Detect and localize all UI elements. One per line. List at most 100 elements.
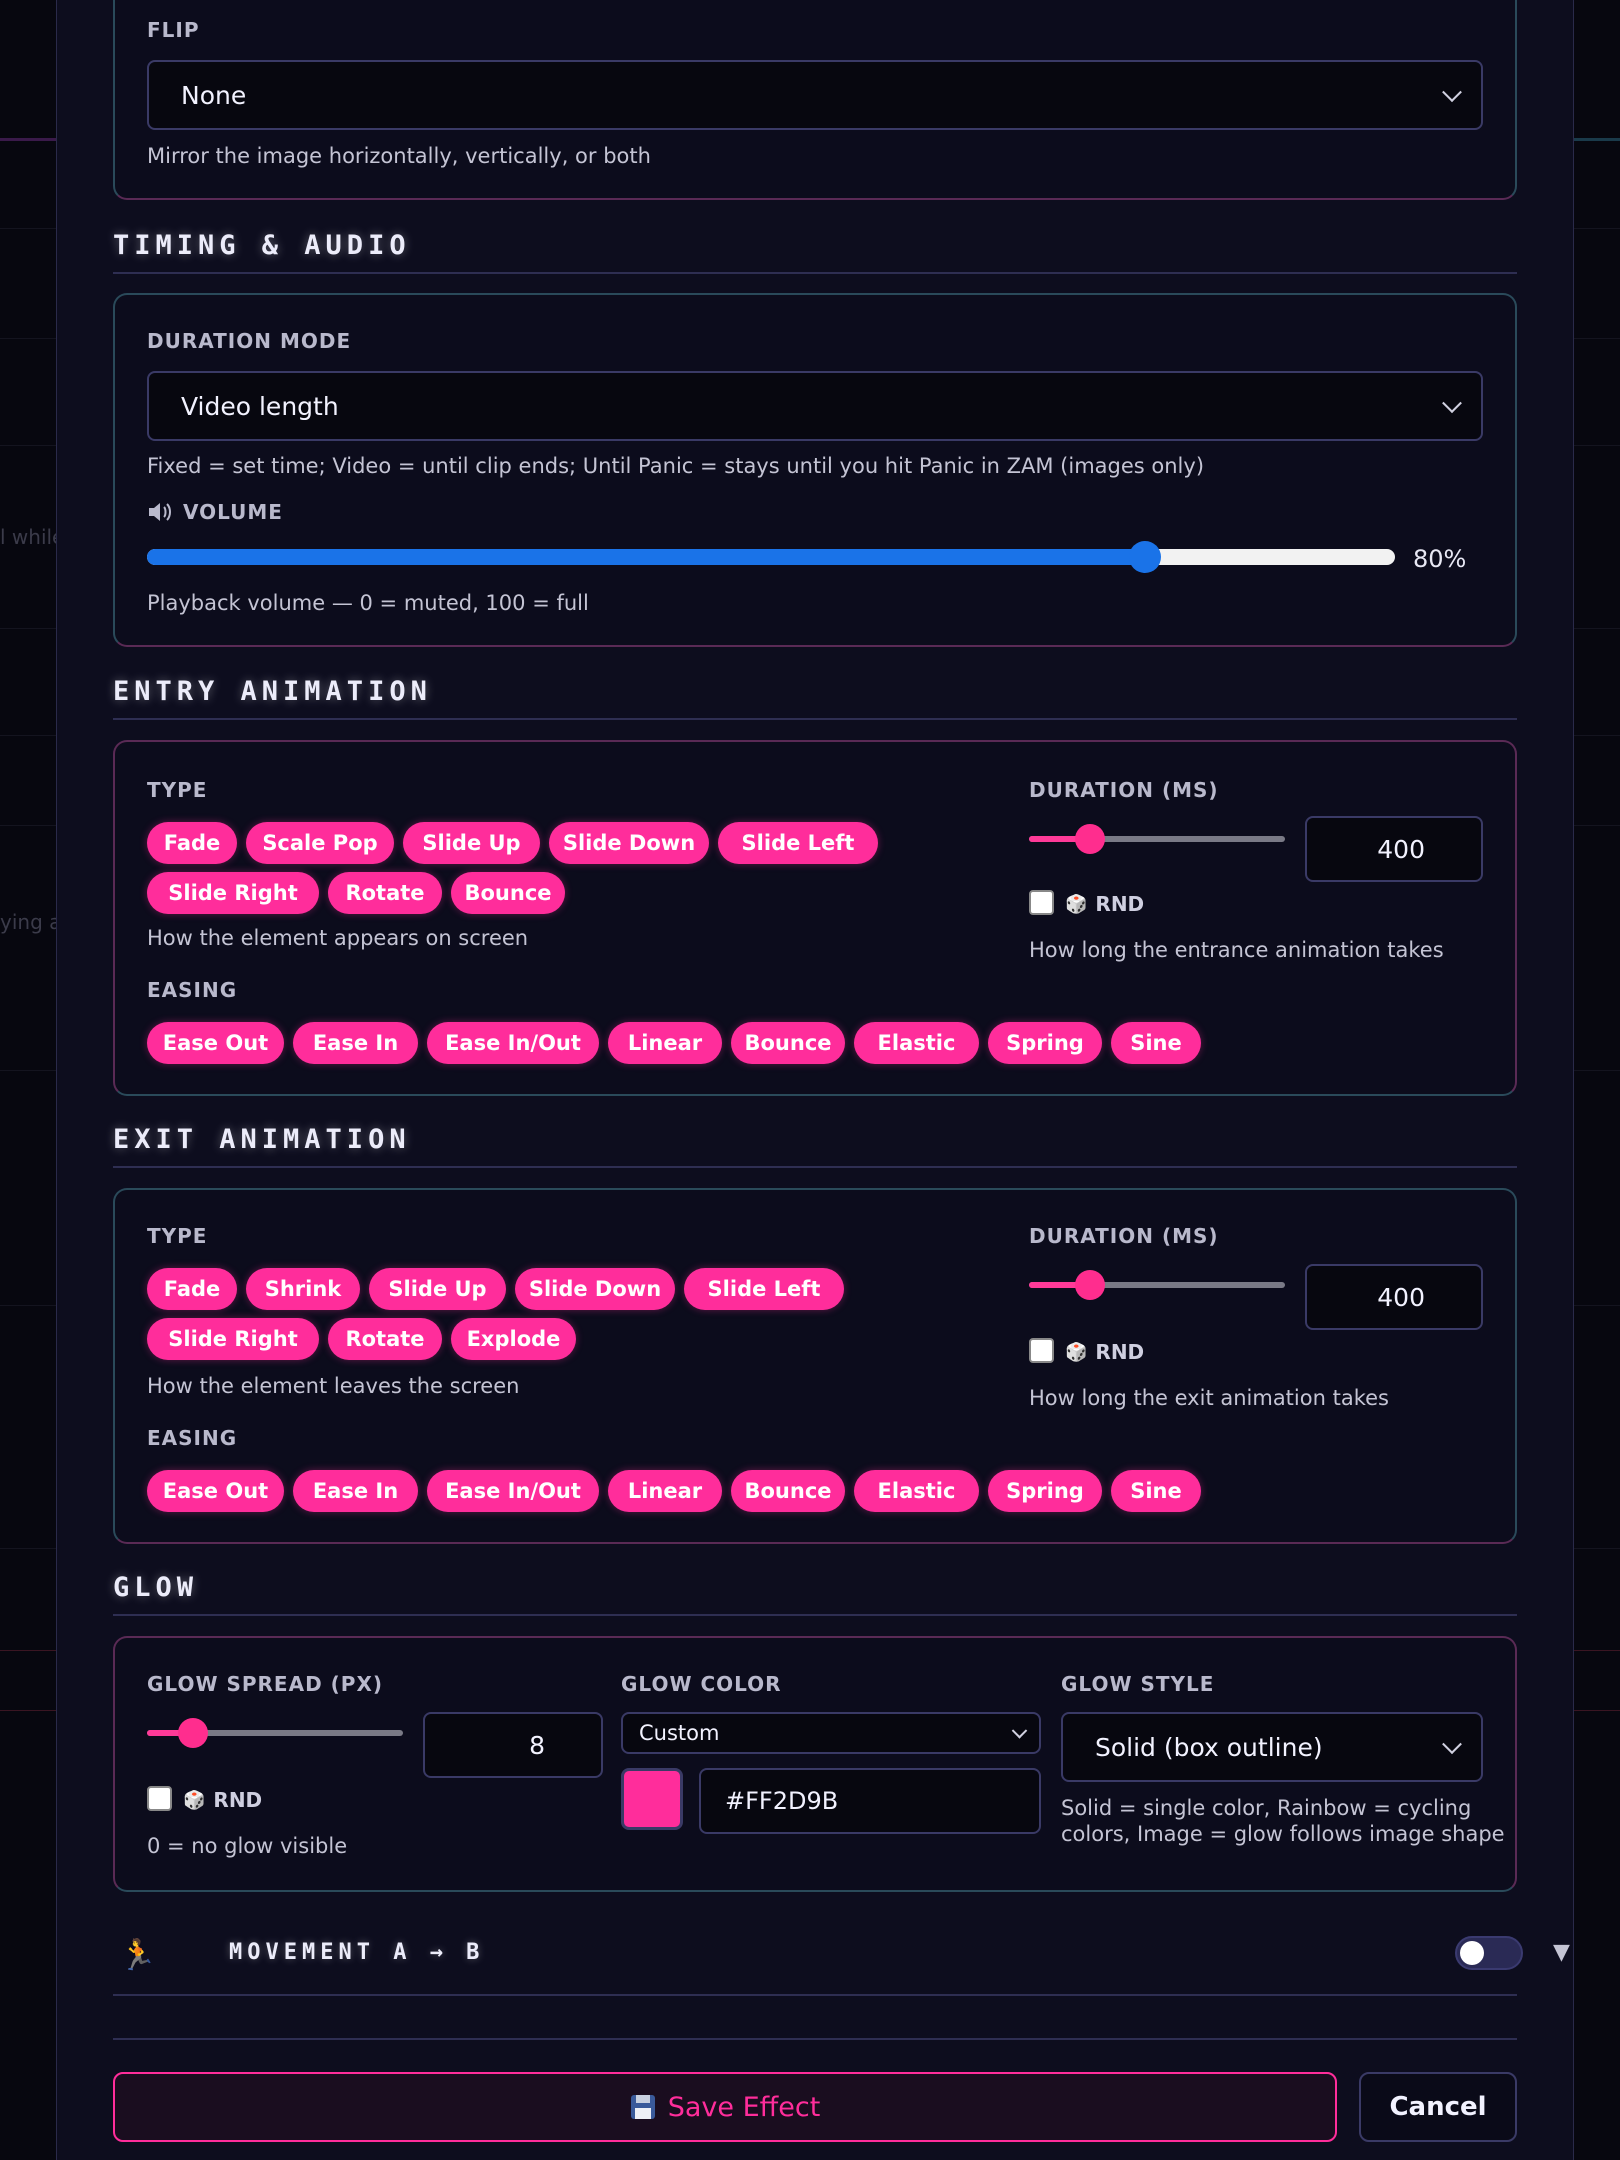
- entry-type-chip[interactable]: Slide Up: [403, 822, 540, 864]
- volume-slider-thumb[interactable]: [1129, 541, 1161, 573]
- entry-easing-chip[interactable]: Ease In/Out: [427, 1022, 599, 1064]
- volume-label-row: VOLUME: [147, 500, 283, 524]
- exit-rnd-label: RND: [1095, 1340, 1145, 1364]
- flip-select[interactable]: None: [147, 60, 1483, 130]
- entry-easing-label: EASING: [147, 978, 238, 1002]
- exit-section-title: EXIT ANIMATION: [113, 1116, 1517, 1168]
- exit-easing-chip[interactable]: Sine: [1111, 1470, 1201, 1512]
- movement-title: MOVEMENT A → B: [229, 1940, 485, 1965]
- duration-mode-value: Video length: [181, 391, 339, 421]
- glow-section-title: GLOW: [113, 1564, 1517, 1616]
- exit-easing-chip[interactable]: Elastic: [854, 1470, 979, 1512]
- exit-duration-input[interactable]: 400: [1305, 1264, 1483, 1330]
- entry-easing-chip[interactable]: Spring: [988, 1022, 1102, 1064]
- exit-easing-chip[interactable]: Linear: [608, 1470, 722, 1512]
- movement-section-header[interactable]: 🏃 MOVEMENT A → B ▼: [113, 1916, 1570, 1996]
- exit-type-chip[interactable]: Slide Down: [515, 1268, 675, 1310]
- entry-duration-help: How long the entrance animation takes: [1029, 938, 1444, 962]
- glow-style-help-line1: Solid = single color, Rainbow = cycling: [1061, 1796, 1472, 1820]
- glow-rnd-label: RND: [213, 1788, 263, 1812]
- glow-style-select[interactable]: Solid (box outline): [1061, 1712, 1483, 1782]
- exit-type-chip[interactable]: Slide Left: [684, 1268, 844, 1310]
- bg-accent-left: [0, 138, 56, 141]
- entry-type-chip[interactable]: Fade: [147, 822, 237, 864]
- dice-icon: 🎲: [183, 1789, 206, 1811]
- glow-color-swatch[interactable]: [621, 1768, 683, 1830]
- entry-rnd: 🎲 RND: [1065, 892, 1144, 916]
- entry-rnd-label: RND: [1095, 892, 1145, 916]
- glow-color-label: GLOW COLOR: [621, 1672, 782, 1696]
- glow-spread-input[interactable]: 8: [423, 1712, 603, 1778]
- slider-thumb[interactable]: [1075, 1270, 1105, 1300]
- glow-card: GLOW SPREAD (PX) 8 🎲 RND 0 = no glow vis…: [113, 1636, 1517, 1892]
- glow-color-mode-value: Custom: [639, 1721, 720, 1745]
- glow-rnd: 🎲 RND: [183, 1788, 262, 1812]
- volume-value: 80%: [1413, 545, 1467, 573]
- timing-section-title: TIMING & AUDIO: [113, 222, 1517, 274]
- glow-style-help-line2: colors, Image = glow follows image shape: [1061, 1822, 1505, 1846]
- exit-easing-chip[interactable]: Spring: [988, 1470, 1102, 1512]
- glow-spread-slider[interactable]: [147, 1718, 403, 1748]
- entry-easing-chip[interactable]: Sine: [1111, 1022, 1201, 1064]
- entry-rnd-checkbox[interactable]: [1029, 890, 1054, 915]
- glow-color-hex-input[interactable]: #FF2D9B: [699, 1768, 1041, 1834]
- exit-duration-label: DURATION (MS): [1029, 1224, 1219, 1248]
- entry-type-chip[interactable]: Slide Left: [718, 822, 878, 864]
- exit-type-chip[interactable]: Slide Right: [147, 1318, 319, 1360]
- entry-easing-chip[interactable]: Ease Out: [147, 1022, 284, 1064]
- entry-type-chip[interactable]: Bounce: [451, 872, 565, 914]
- save-effect-button[interactable]: Save Effect: [113, 2072, 1337, 2142]
- exit-rnd-checkbox[interactable]: [1029, 1338, 1054, 1363]
- timing-card: DURATION MODE Video length Fixed = set t…: [113, 293, 1517, 647]
- exit-type-chip[interactable]: Rotate: [328, 1318, 442, 1360]
- entry-type-label: TYPE: [147, 778, 208, 802]
- dice-icon: 🎲: [1065, 893, 1088, 915]
- entry-type-chip[interactable]: Slide Right: [147, 872, 319, 914]
- slider-thumb[interactable]: [1075, 824, 1105, 854]
- caret-down-icon[interactable]: ▼: [1553, 1940, 1570, 1965]
- cancel-button[interactable]: Cancel: [1359, 2072, 1517, 2142]
- duration-mode-help: Fixed = set time; Video = until clip end…: [147, 454, 1205, 478]
- footer-divider: [113, 2038, 1517, 2040]
- exit-duration-slider[interactable]: [1029, 1270, 1285, 1300]
- entry-section-title: ENTRY ANIMATION: [113, 668, 1517, 720]
- volume-help: Playback volume — 0 = muted, 100 = full: [147, 591, 589, 615]
- movement-toggle[interactable]: [1455, 1936, 1523, 1970]
- exit-type-chip[interactable]: Explode: [451, 1318, 576, 1360]
- volume-slider-fill: [147, 549, 1145, 565]
- exit-card: TYPE How the element leaves the screen E…: [113, 1188, 1517, 1544]
- slider-thumb[interactable]: [178, 1718, 208, 1748]
- entry-easing-chip[interactable]: Linear: [608, 1022, 722, 1064]
- flip-card: FLIP None Mirror the image horizontally,…: [113, 0, 1517, 200]
- bg-accent-right: [1574, 138, 1620, 141]
- entry-easing-chip[interactable]: Elastic: [854, 1022, 979, 1064]
- entry-type-chip[interactable]: Scale Pop: [246, 822, 394, 864]
- entry-duration-input[interactable]: 400: [1305, 816, 1483, 882]
- entry-type-chip[interactable]: Slide Down: [549, 822, 709, 864]
- duration-mode-select[interactable]: Video length: [147, 371, 1483, 441]
- glow-spread-label: GLOW SPREAD (PX): [147, 1672, 383, 1696]
- exit-easing-chip[interactable]: Bounce: [731, 1470, 845, 1512]
- entry-type-chip[interactable]: Rotate: [328, 872, 442, 914]
- exit-type-chip[interactable]: Shrink: [246, 1268, 360, 1310]
- flip-help: Mirror the image horizontally, verticall…: [147, 144, 651, 168]
- chevron-down-icon: [1442, 393, 1462, 414]
- glow-color-mode-select[interactable]: Custom: [621, 1712, 1041, 1754]
- volume-slider[interactable]: [147, 541, 1395, 573]
- exit-type-chip[interactable]: Slide Up: [369, 1268, 506, 1310]
- duration-mode-label: DURATION MODE: [147, 329, 352, 353]
- chevron-down-icon: [1442, 1734, 1462, 1755]
- flip-select-value: None: [181, 80, 247, 110]
- exit-type-chip[interactable]: Fade: [147, 1268, 237, 1310]
- entry-duration-slider[interactable]: [1029, 824, 1285, 854]
- exit-easing-chip[interactable]: Ease In/Out: [427, 1470, 599, 1512]
- entry-easing-chip[interactable]: Ease In: [293, 1022, 418, 1064]
- exit-type-label: TYPE: [147, 1224, 208, 1248]
- chevron-down-icon: [1442, 82, 1462, 103]
- exit-easing-chip[interactable]: Ease Out: [147, 1470, 284, 1512]
- glow-rnd-checkbox[interactable]: [147, 1786, 172, 1811]
- exit-easing-chip[interactable]: Ease In: [293, 1470, 418, 1512]
- glow-spread-help: 0 = no glow visible: [147, 1834, 348, 1858]
- entry-duration-label: DURATION (MS): [1029, 778, 1219, 802]
- entry-easing-chip[interactable]: Bounce: [731, 1022, 845, 1064]
